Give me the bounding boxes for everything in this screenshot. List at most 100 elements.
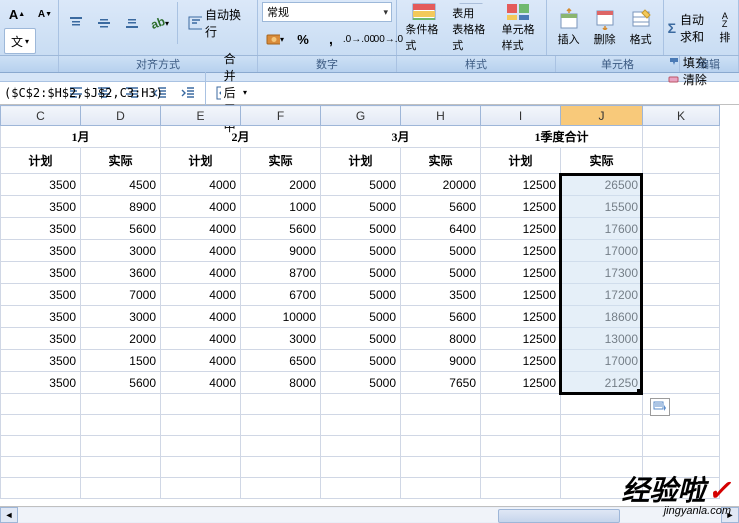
data-cell[interactable]: 12500 [481,372,561,394]
data-cell[interactable]: 3500 [1,372,81,394]
subheader-plan[interactable]: 计划 [1,148,81,174]
data-cell[interactable]: 2000 [81,328,161,350]
col-header-K[interactable]: K [643,106,720,126]
cell[interactable] [561,394,643,415]
cell[interactable] [481,478,561,499]
data-cell[interactable]: 5000 [321,306,401,328]
currency-button[interactable]: ▾ [262,27,288,51]
cell[interactable] [241,394,321,415]
data-cell[interactable]: 8900 [81,196,161,218]
data-cell[interactable]: 12500 [481,350,561,372]
scroll-left-button[interactable]: ◄ [0,507,18,523]
cell[interactable] [643,262,720,284]
cell[interactable] [481,394,561,415]
subheader-actual[interactable]: 实际 [241,148,321,174]
data-cell[interactable]: 21250 [561,372,643,394]
orientation-button[interactable]: ab▾ [147,11,173,35]
align-middle-button[interactable] [91,11,117,35]
data-cell[interactable]: 3600 [81,262,161,284]
autofill-options-button[interactable] [650,398,670,416]
cell[interactable] [643,126,720,148]
cell[interactable] [643,218,720,240]
subheader-plan[interactable]: 计划 [161,148,241,174]
data-cell[interactable]: 9000 [401,350,481,372]
data-cell[interactable]: 5600 [401,306,481,328]
cell[interactable] [81,394,161,415]
data-cell[interactable]: 3500 [1,240,81,262]
header-quarter-total[interactable]: 1季度合计 [481,126,643,148]
font-shrink-button[interactable]: A▼ [32,2,58,26]
col-header-J[interactable]: J [561,106,643,126]
cell[interactable] [321,436,401,457]
data-cell[interactable]: 4000 [161,240,241,262]
insert-cells-button[interactable]: 插入 [551,2,587,54]
font-grow-button[interactable]: A▲ [4,2,30,26]
subheader-plan[interactable]: 计划 [481,148,561,174]
data-cell[interactable]: 4000 [161,284,241,306]
cell[interactable] [401,478,481,499]
data-cell[interactable]: 3000 [81,306,161,328]
data-cell[interactable]: 5600 [81,218,161,240]
align-top-button[interactable] [63,11,89,35]
header-month-1[interactable]: 1月 [1,126,161,148]
header-month-2[interactable]: 2月 [161,126,321,148]
cell[interactable] [561,436,643,457]
cell[interactable] [321,457,401,478]
data-cell[interactable]: 4000 [161,218,241,240]
data-cell[interactable]: 18600 [561,306,643,328]
data-cell[interactable]: 5000 [321,218,401,240]
cell[interactable] [1,457,81,478]
cell[interactable] [643,457,720,478]
cell[interactable] [161,394,241,415]
data-cell[interactable]: 12500 [481,174,561,196]
data-cell[interactable]: 3500 [1,284,81,306]
cell[interactable] [643,328,720,350]
data-cell[interactable]: 17600 [561,218,643,240]
data-cell[interactable]: 4000 [161,196,241,218]
data-cell[interactable]: 5000 [401,262,481,284]
cell[interactable] [1,436,81,457]
cell[interactable] [481,415,561,436]
data-cell[interactable]: 5000 [321,372,401,394]
data-cell[interactable]: 5000 [321,240,401,262]
data-cell[interactable]: 4000 [161,174,241,196]
delete-cells-button[interactable]: 删除 [587,2,623,54]
cell[interactable] [401,457,481,478]
data-cell[interactable]: 8700 [241,262,321,284]
data-cell[interactable]: 12500 [481,328,561,350]
subheader-actual[interactable]: 实际 [401,148,481,174]
cell[interactable] [241,436,321,457]
data-cell[interactable]: 4500 [81,174,161,196]
data-cell[interactable]: 13000 [561,328,643,350]
data-cell[interactable]: 12500 [481,196,561,218]
cell[interactable] [81,478,161,499]
data-cell[interactable]: 6700 [241,284,321,306]
cell[interactable] [81,436,161,457]
data-cell[interactable]: 8000 [241,372,321,394]
col-header-F[interactable]: F [241,106,321,126]
data-cell[interactable]: 20000 [401,174,481,196]
cell[interactable] [1,478,81,499]
data-cell[interactable]: 8000 [401,328,481,350]
cell[interactable] [161,436,241,457]
data-cell[interactable]: 9000 [241,240,321,262]
data-cell[interactable]: 4000 [161,306,241,328]
data-cell[interactable]: 5000 [321,196,401,218]
data-cell[interactable]: 12500 [481,284,561,306]
data-cell[interactable]: 6500 [241,350,321,372]
data-cell[interactable]: 3500 [1,350,81,372]
data-cell[interactable]: 2000 [241,174,321,196]
cell[interactable] [643,306,720,328]
data-cell[interactable]: 3500 [1,306,81,328]
subheader-actual[interactable]: 实际 [561,148,643,174]
sort-filter-button[interactable]: A Z 排 [716,2,734,54]
cell[interactable] [561,457,643,478]
data-cell[interactable]: 3500 [1,328,81,350]
cell[interactable] [161,415,241,436]
cell[interactable] [401,436,481,457]
data-cell[interactable]: 3500 [1,196,81,218]
percent-button[interactable]: % [290,27,316,51]
cell[interactable] [161,457,241,478]
data-cell[interactable]: 7000 [81,284,161,306]
data-cell[interactable]: 5000 [321,284,401,306]
